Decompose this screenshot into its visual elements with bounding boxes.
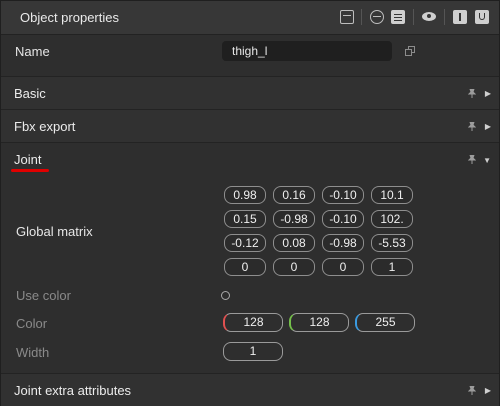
matrix-cell[interactable]: -0.12 — [224, 234, 266, 252]
name-field[interactable]: thigh_l — [222, 41, 392, 61]
pin-icon[interactable] — [468, 89, 476, 98]
toolbar-divider — [444, 9, 445, 25]
chevron-right-icon[interactable]: ▶ — [485, 89, 491, 98]
matrix-cell[interactable]: 0.08 — [273, 234, 315, 252]
split-view-icon[interactable] — [370, 10, 384, 24]
use-color-radio[interactable] — [221, 291, 230, 300]
chevron-down-icon[interactable]: ▼ — [483, 156, 491, 165]
toolbar-divider — [361, 9, 362, 25]
pin-icon[interactable] — [468, 386, 476, 395]
matrix-cell[interactable]: 1 — [371, 258, 413, 276]
section-joint[interactable]: Joint ▼ — [1, 142, 499, 175]
matrix-cell[interactable]: 102. — [371, 210, 413, 228]
color-red-field[interactable]: 128 — [223, 313, 283, 332]
section-title: Basic — [14, 86, 46, 101]
width-field[interactable]: 1 — [223, 342, 283, 361]
frame-icon[interactable] — [340, 10, 354, 24]
color-green-field[interactable]: 128 — [289, 313, 349, 332]
section-title: Joint — [14, 152, 42, 167]
eye-icon[interactable] — [422, 12, 436, 21]
matrix-cell[interactable]: 0 — [273, 258, 315, 276]
u-icon[interactable] — [475, 10, 489, 24]
highlight-underline — [11, 169, 49, 172]
chevron-right-icon[interactable]: ▶ — [485, 122, 491, 131]
text-icon[interactable] — [453, 10, 467, 24]
section-joint-extra-attributes[interactable]: Joint extra attributes ▶ — [1, 373, 499, 406]
chevron-right-icon[interactable]: ▶ — [485, 386, 491, 395]
use-color-label: Use color — [16, 288, 71, 303]
matrix-cell[interactable]: 0.15 — [224, 210, 266, 228]
matrix-cell[interactable]: 0 — [322, 258, 364, 276]
panel-title: Object properties — [20, 10, 119, 25]
matrix-cell[interactable]: 10.1 — [371, 186, 413, 204]
color-blue-field[interactable]: 255 — [355, 313, 415, 332]
section-title: Joint extra attributes — [14, 383, 132, 398]
list-icon[interactable] — [391, 10, 405, 24]
section-title: Fbx export — [14, 119, 76, 134]
global-matrix-label: Global matrix — [16, 224, 93, 239]
color-label: Color — [16, 316, 48, 331]
pin-icon[interactable] — [468, 122, 476, 131]
matrix-cell[interactable]: -0.10 — [322, 210, 364, 228]
toolbar-divider — [413, 9, 414, 25]
matrix-cell[interactable]: -0.98 — [273, 210, 315, 228]
matrix-cell[interactable]: -5.53 — [371, 234, 413, 252]
pin-icon[interactable] — [468, 155, 476, 164]
section-basic[interactable]: Basic ▶ — [1, 76, 499, 109]
panel-header: Object properties — [1, 1, 499, 35]
name-label: Name — [15, 44, 50, 59]
section-fbx-export[interactable]: Fbx export ▶ — [1, 109, 499, 142]
copy-icon[interactable] — [405, 46, 415, 56]
matrix-cell[interactable]: -0.10 — [322, 186, 364, 204]
matrix-cell[interactable]: 0 — [224, 258, 266, 276]
matrix-cell[interactable]: -0.98 — [322, 234, 364, 252]
width-label: Width — [16, 345, 50, 360]
matrix-cell[interactable]: 0.16 — [273, 186, 315, 204]
object-properties-panel: Object properties Name thigh_l Basic ▶ F… — [0, 0, 500, 406]
matrix-cell[interactable]: 0.98 — [224, 186, 266, 204]
